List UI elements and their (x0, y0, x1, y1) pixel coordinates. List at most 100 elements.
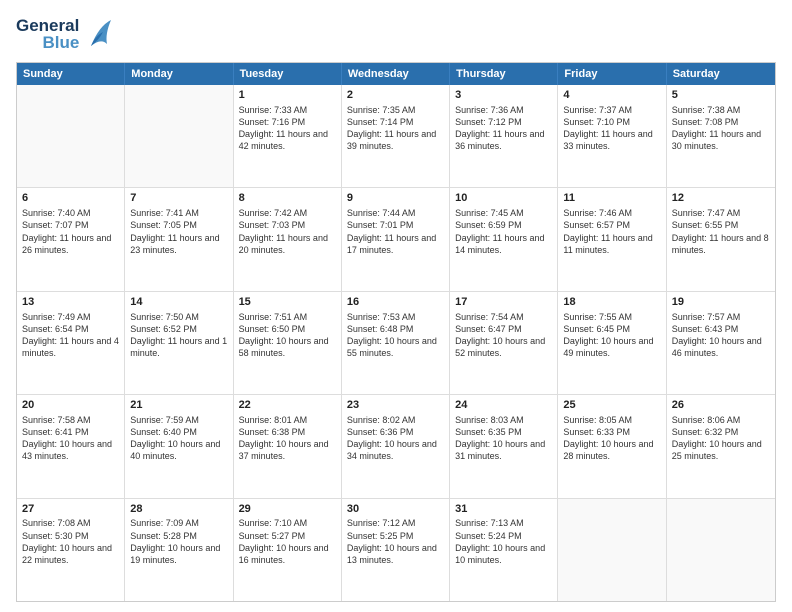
day-info: Daylight: 11 hours and 17 minutes. (347, 232, 444, 256)
day-number: 21 (130, 398, 227, 413)
day-number: 5 (672, 88, 770, 103)
day-info: Sunrise: 7:38 AM (672, 104, 770, 116)
day-info: Sunset: 7:16 PM (239, 116, 336, 128)
calendar-cell: 20Sunrise: 7:58 AMSunset: 6:41 PMDayligh… (17, 395, 125, 497)
day-number: 12 (672, 191, 770, 206)
day-info: Sunset: 6:41 PM (22, 426, 119, 438)
calendar-cell: 27Sunrise: 7:08 AMSunset: 5:30 PMDayligh… (17, 499, 125, 601)
calendar-cell: 5Sunrise: 7:38 AMSunset: 7:08 PMDaylight… (667, 85, 775, 187)
calendar-cell: 3Sunrise: 7:36 AMSunset: 7:12 PMDaylight… (450, 85, 558, 187)
logo: General Blue (16, 16, 115, 52)
calendar-cell: 30Sunrise: 7:12 AMSunset: 5:25 PMDayligh… (342, 499, 450, 601)
calendar: SundayMondayTuesdayWednesdayThursdayFrid… (16, 62, 776, 602)
day-number: 31 (455, 502, 552, 517)
calendar-cell (17, 85, 125, 187)
calendar-cell: 19Sunrise: 7:57 AMSunset: 6:43 PMDayligh… (667, 292, 775, 394)
day-info: Sunrise: 7:41 AM (130, 207, 227, 219)
day-info: Daylight: 11 hours and 42 minutes. (239, 128, 336, 152)
calendar-cell: 7Sunrise: 7:41 AMSunset: 7:05 PMDaylight… (125, 188, 233, 290)
logo-blue: Blue (42, 34, 79, 51)
calendar-row-5: 27Sunrise: 7:08 AMSunset: 5:30 PMDayligh… (17, 498, 775, 601)
day-info: Sunrise: 7:44 AM (347, 207, 444, 219)
calendar-cell: 23Sunrise: 8:02 AMSunset: 6:36 PMDayligh… (342, 395, 450, 497)
day-info: Sunset: 6:52 PM (130, 323, 227, 335)
day-info: Sunrise: 7:12 AM (347, 517, 444, 529)
day-info: Sunset: 6:36 PM (347, 426, 444, 438)
day-number: 2 (347, 88, 444, 103)
day-info: Sunset: 7:07 PM (22, 219, 119, 231)
page: General Blue SundayMondayTuesdayWednesda… (0, 0, 792, 612)
day-number: 23 (347, 398, 444, 413)
day-number: 4 (563, 88, 660, 103)
day-info: Sunrise: 7:49 AM (22, 311, 119, 323)
calendar-cell: 14Sunrise: 7:50 AMSunset: 6:52 PMDayligh… (125, 292, 233, 394)
day-info: Sunset: 5:24 PM (455, 530, 552, 542)
day-info: Sunrise: 7:13 AM (455, 517, 552, 529)
calendar-cell: 13Sunrise: 7:49 AMSunset: 6:54 PMDayligh… (17, 292, 125, 394)
day-info: Sunrise: 8:02 AM (347, 414, 444, 426)
day-info: Daylight: 11 hours and 14 minutes. (455, 232, 552, 256)
day-info: Daylight: 11 hours and 8 minutes. (672, 232, 770, 256)
calendar-row-2: 6Sunrise: 7:40 AMSunset: 7:07 PMDaylight… (17, 187, 775, 290)
day-info: Sunrise: 7:45 AM (455, 207, 552, 219)
day-number: 26 (672, 398, 770, 413)
day-info: Sunrise: 7:57 AM (672, 311, 770, 323)
day-info: Daylight: 10 hours and 34 minutes. (347, 438, 444, 462)
day-info: Daylight: 10 hours and 37 minutes. (239, 438, 336, 462)
day-info: Daylight: 10 hours and 13 minutes. (347, 542, 444, 566)
day-info: Sunrise: 7:54 AM (455, 311, 552, 323)
calendar-cell: 29Sunrise: 7:10 AMSunset: 5:27 PMDayligh… (234, 499, 342, 601)
day-info: Sunrise: 7:53 AM (347, 311, 444, 323)
weekday-header-thursday: Thursday (450, 63, 558, 85)
day-number: 8 (239, 191, 336, 206)
day-info: Sunset: 7:01 PM (347, 219, 444, 231)
calendar-row-4: 20Sunrise: 7:58 AMSunset: 6:41 PMDayligh… (17, 394, 775, 497)
day-number: 14 (130, 295, 227, 310)
day-info: Sunset: 7:05 PM (130, 219, 227, 231)
day-info: Sunrise: 7:59 AM (130, 414, 227, 426)
day-info: Sunset: 6:57 PM (563, 219, 660, 231)
day-info: Sunrise: 7:10 AM (239, 517, 336, 529)
day-info: Sunset: 6:32 PM (672, 426, 770, 438)
day-info: Sunset: 6:33 PM (563, 426, 660, 438)
day-info: Sunset: 5:27 PM (239, 530, 336, 542)
day-info: Daylight: 11 hours and 20 minutes. (239, 232, 336, 256)
calendar-cell: 8Sunrise: 7:42 AMSunset: 7:03 PMDaylight… (234, 188, 342, 290)
day-info: Sunset: 7:14 PM (347, 116, 444, 128)
day-number: 10 (455, 191, 552, 206)
day-info: Daylight: 10 hours and 10 minutes. (455, 542, 552, 566)
day-info: Daylight: 11 hours and 33 minutes. (563, 128, 660, 152)
calendar-cell: 9Sunrise: 7:44 AMSunset: 7:01 PMDaylight… (342, 188, 450, 290)
calendar-cell: 4Sunrise: 7:37 AMSunset: 7:10 PMDaylight… (558, 85, 666, 187)
day-info: Sunset: 6:43 PM (672, 323, 770, 335)
day-info: Sunset: 6:54 PM (22, 323, 119, 335)
calendar-cell: 21Sunrise: 7:59 AMSunset: 6:40 PMDayligh… (125, 395, 233, 497)
day-info: Sunrise: 8:06 AM (672, 414, 770, 426)
day-number: 24 (455, 398, 552, 413)
calendar-body: 1Sunrise: 7:33 AMSunset: 7:16 PMDaylight… (17, 85, 775, 601)
weekday-header-saturday: Saturday (667, 63, 775, 85)
day-info: Sunset: 5:25 PM (347, 530, 444, 542)
day-info: Daylight: 10 hours and 19 minutes. (130, 542, 227, 566)
calendar-row-1: 1Sunrise: 7:33 AMSunset: 7:16 PMDaylight… (17, 85, 775, 187)
logo-bird-icon (83, 16, 115, 52)
day-info: Daylight: 10 hours and 22 minutes. (22, 542, 119, 566)
day-info: Daylight: 10 hours and 58 minutes. (239, 335, 336, 359)
day-info: Sunrise: 7:42 AM (239, 207, 336, 219)
day-info: Sunset: 6:38 PM (239, 426, 336, 438)
day-info: Sunrise: 7:58 AM (22, 414, 119, 426)
calendar-cell: 2Sunrise: 7:35 AMSunset: 7:14 PMDaylight… (342, 85, 450, 187)
calendar-cell: 15Sunrise: 7:51 AMSunset: 6:50 PMDayligh… (234, 292, 342, 394)
day-info: Sunset: 7:12 PM (455, 116, 552, 128)
day-info: Sunset: 6:48 PM (347, 323, 444, 335)
calendar-cell: 16Sunrise: 7:53 AMSunset: 6:48 PMDayligh… (342, 292, 450, 394)
day-info: Sunrise: 7:33 AM (239, 104, 336, 116)
day-info: Daylight: 10 hours and 49 minutes. (563, 335, 660, 359)
day-info: Daylight: 11 hours and 36 minutes. (455, 128, 552, 152)
day-info: Daylight: 10 hours and 25 minutes. (672, 438, 770, 462)
day-info: Daylight: 10 hours and 16 minutes. (239, 542, 336, 566)
calendar-cell: 12Sunrise: 7:47 AMSunset: 6:55 PMDayligh… (667, 188, 775, 290)
calendar-row-3: 13Sunrise: 7:49 AMSunset: 6:54 PMDayligh… (17, 291, 775, 394)
day-number: 1 (239, 88, 336, 103)
day-info: Sunset: 5:30 PM (22, 530, 119, 542)
